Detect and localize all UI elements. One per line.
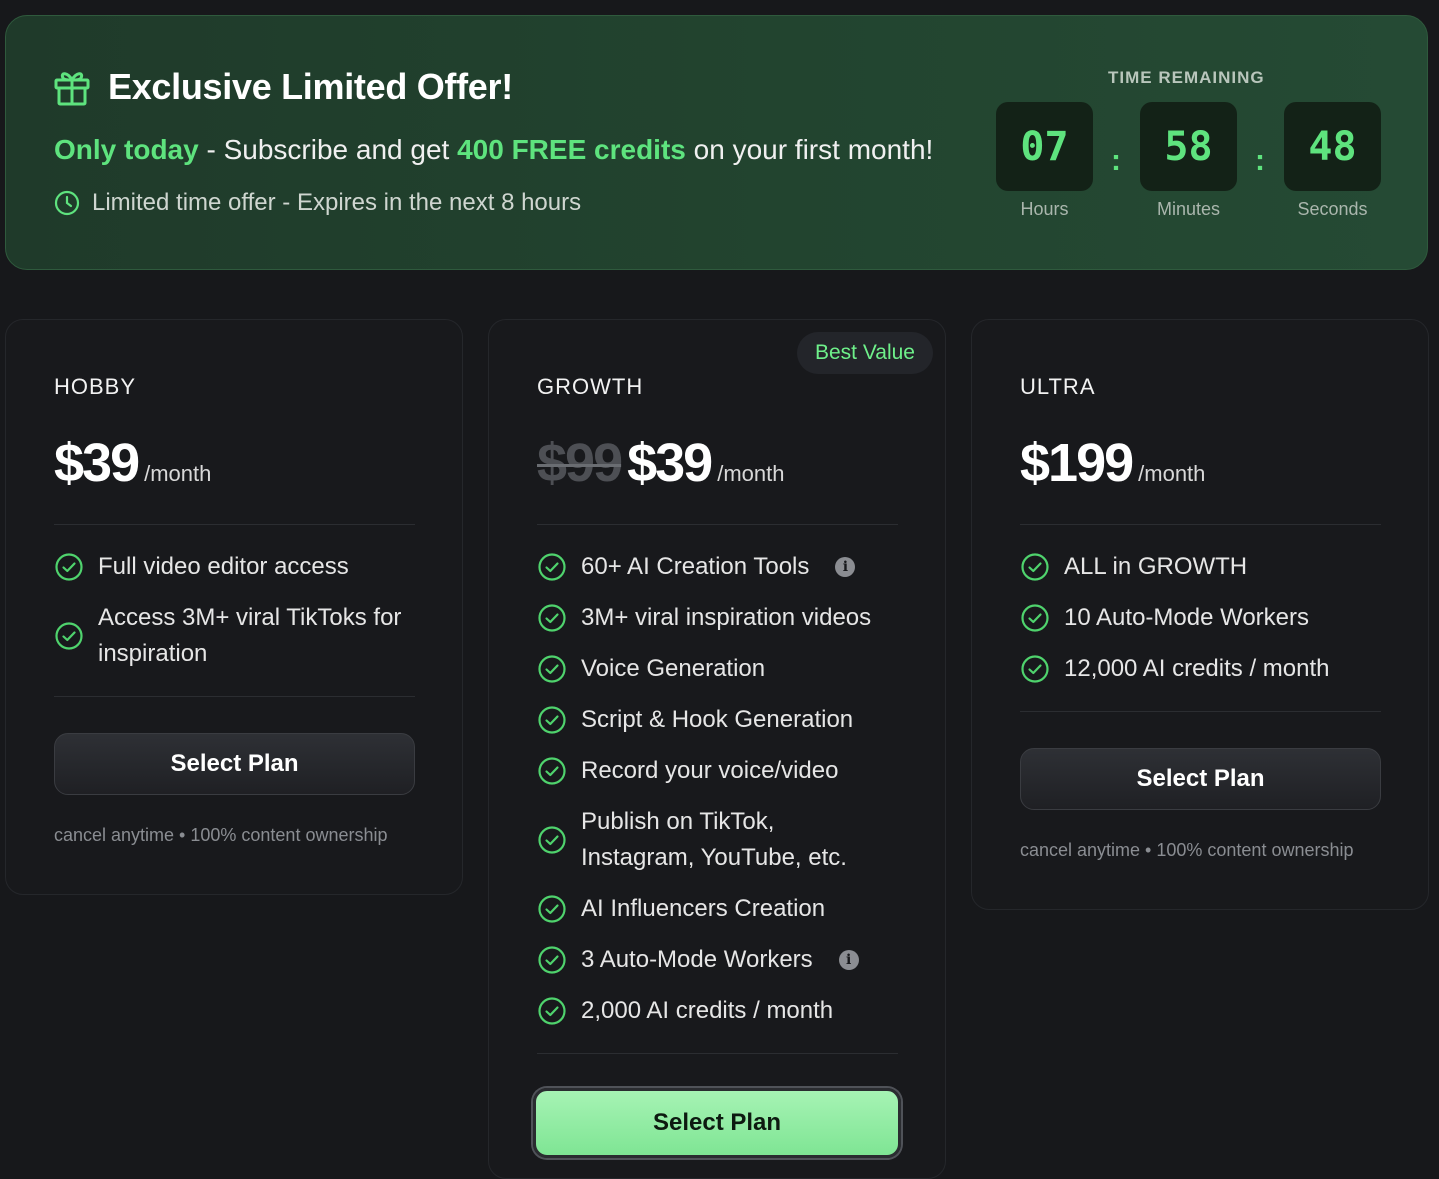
plan-name: HOBBY: [54, 374, 137, 399]
timer-label: TIME REMAINING: [1108, 68, 1265, 87]
divider: [1020, 711, 1381, 712]
offer-description: Only today - Subscribe and get 400 FREE …: [54, 134, 933, 166]
best-value-badge: Best Value: [796, 332, 933, 374]
feature-text: Publish on TikTok, Instagram, YouTube, e…: [581, 808, 847, 871]
select-plan-button-hobby[interactable]: Select Plan: [54, 733, 415, 795]
fine-print: cancel anytime • 100% content ownership: [1020, 840, 1354, 860]
check-circle-icon: [537, 603, 567, 633]
plan-card-hobby: HOBBY $39 /month Full video editor acces…: [5, 319, 463, 895]
divider: [537, 524, 898, 525]
plan-name: ULTRA: [1020, 374, 1096, 399]
plan-price: $39: [627, 433, 713, 493]
feature-text: Script & Hook Generation: [581, 706, 854, 733]
feature-item: Full video editor access: [54, 549, 434, 585]
plan-period: /month: [1138, 461, 1206, 486]
feature-text: 60+ AI Creation Tools: [581, 553, 810, 580]
offer-title: Exclusive Limited Offer!: [108, 66, 513, 107]
timer-hours-label: Hours: [1020, 199, 1069, 219]
feature-text: 3 Auto-Mode Workers: [581, 946, 813, 973]
feature-item: Record your voice/video: [537, 753, 937, 789]
offer-expiry-text: Limited time offer - Expires in the next…: [92, 189, 582, 216]
fine-print: cancel anytime • 100% content ownership: [54, 825, 388, 845]
plan-old-price: $99: [537, 433, 623, 493]
feature-text: 10 Auto-Mode Workers: [1064, 604, 1310, 631]
offer-highlight-today: Only today: [54, 134, 199, 165]
check-circle-icon: [537, 894, 567, 924]
price-row: $99 $39 /month: [537, 432, 784, 494]
check-circle-icon: [537, 654, 567, 684]
feature-text: 3M+ viral inspiration videos: [581, 604, 872, 631]
offer-highlight-credits: 400 FREE credits: [457, 134, 686, 165]
feature-list: 60+ AI Creation Tools i 3M+ viral inspir…: [537, 549, 937, 1029]
timer-separator: :: [1255, 144, 1265, 177]
check-circle-icon: [537, 756, 567, 786]
check-circle-icon: [1020, 552, 1050, 582]
feature-text: 12,000 AI credits / month: [1064, 655, 1330, 682]
feature-text: Record your voice/video: [581, 757, 839, 784]
offer-title-row: Exclusive Limited Offer!: [54, 66, 513, 108]
feature-text: Access 3M+ viral TikToks for inspiration: [98, 604, 402, 667]
feature-item: 60+ AI Creation Tools i: [537, 549, 937, 585]
info-icon[interactable]: i: [838, 950, 859, 970]
divider: [537, 1053, 898, 1054]
feature-item: 2,000 AI credits / month: [537, 993, 937, 1029]
check-circle-icon: [1020, 654, 1050, 684]
plan-price: $39: [54, 433, 140, 493]
limited-offer-banner: Exclusive Limited Offer! Only today - Su…: [5, 15, 1428, 270]
feature-item: AI Influencers Creation: [537, 891, 937, 927]
offer-expiry-row: Limited time offer - Expires in the next…: [54, 189, 581, 217]
plan-card-growth: Best Value GROWTH $99 $39 /month 60+ AI …: [488, 319, 946, 1179]
feature-item: 10 Auto-Mode Workers: [1020, 600, 1400, 636]
feature-item: 3 Auto-Mode Workers i: [537, 942, 937, 978]
feature-text: AI Influencers Creation: [581, 895, 826, 922]
timer-hours: 07: [996, 102, 1093, 191]
price-row: $39 /month: [54, 432, 211, 494]
feature-item: Voice Generation: [537, 651, 937, 687]
check-circle-icon: [54, 552, 84, 582]
feature-list: Full video editor access Access 3M+ vira…: [54, 549, 434, 672]
plan-card-ultra: ULTRA $199 /month ALL in GROWTH 10 Auto-…: [971, 319, 1429, 910]
check-circle-icon: [54, 621, 84, 651]
clock-icon: [54, 190, 80, 216]
price-row: $199 /month: [1020, 432, 1205, 494]
feature-item: Access 3M+ viral TikToks for inspiration: [54, 600, 434, 672]
timer-minutes-label: Minutes: [1156, 199, 1221, 219]
feature-item: Publish on TikTok, Instagram, YouTube, e…: [537, 804, 937, 876]
divider: [1020, 524, 1381, 525]
check-circle-icon: [537, 705, 567, 735]
offer-text-2: on your first month!: [685, 134, 934, 165]
plan-period: /month: [717, 461, 785, 486]
feature-item: 3M+ viral inspiration videos: [537, 600, 937, 636]
feature-item: ALL in GROWTH: [1020, 549, 1400, 585]
divider: [54, 524, 415, 525]
feature-text: Full video editor access: [98, 553, 349, 580]
check-circle-icon: [537, 996, 567, 1026]
timer-separator: :: [1111, 144, 1121, 177]
feature-text: Voice Generation: [581, 655, 766, 682]
info-icon[interactable]: i: [835, 557, 856, 577]
check-circle-icon: [537, 945, 567, 975]
gift-icon: [54, 68, 90, 106]
feature-list: ALL in GROWTH 10 Auto-Mode Workers 12,00…: [1020, 549, 1400, 687]
select-plan-button-ultra[interactable]: Select Plan: [1020, 748, 1381, 810]
divider: [54, 696, 415, 697]
check-circle-icon: [537, 552, 567, 582]
select-plan-button-growth[interactable]: Select Plan: [533, 1088, 901, 1158]
timer-seconds-label: Seconds: [1297, 199, 1368, 219]
timer-seconds: 48: [1284, 102, 1381, 191]
plan-name: GROWTH: [537, 374, 644, 399]
check-circle-icon: [1020, 603, 1050, 633]
offer-text-1: - Subscribe and get: [198, 134, 458, 165]
feature-text: 2,000 AI credits / month: [581, 997, 834, 1024]
timer-minutes: 58: [1140, 102, 1237, 191]
feature-item: 12,000 AI credits / month: [1020, 651, 1400, 687]
check-circle-icon: [537, 825, 567, 855]
plan-period: /month: [144, 461, 212, 486]
feature-text: ALL in GROWTH: [1064, 553, 1248, 580]
feature-item: Script & Hook Generation: [537, 702, 937, 738]
plan-price: $199: [1020, 433, 1134, 493]
